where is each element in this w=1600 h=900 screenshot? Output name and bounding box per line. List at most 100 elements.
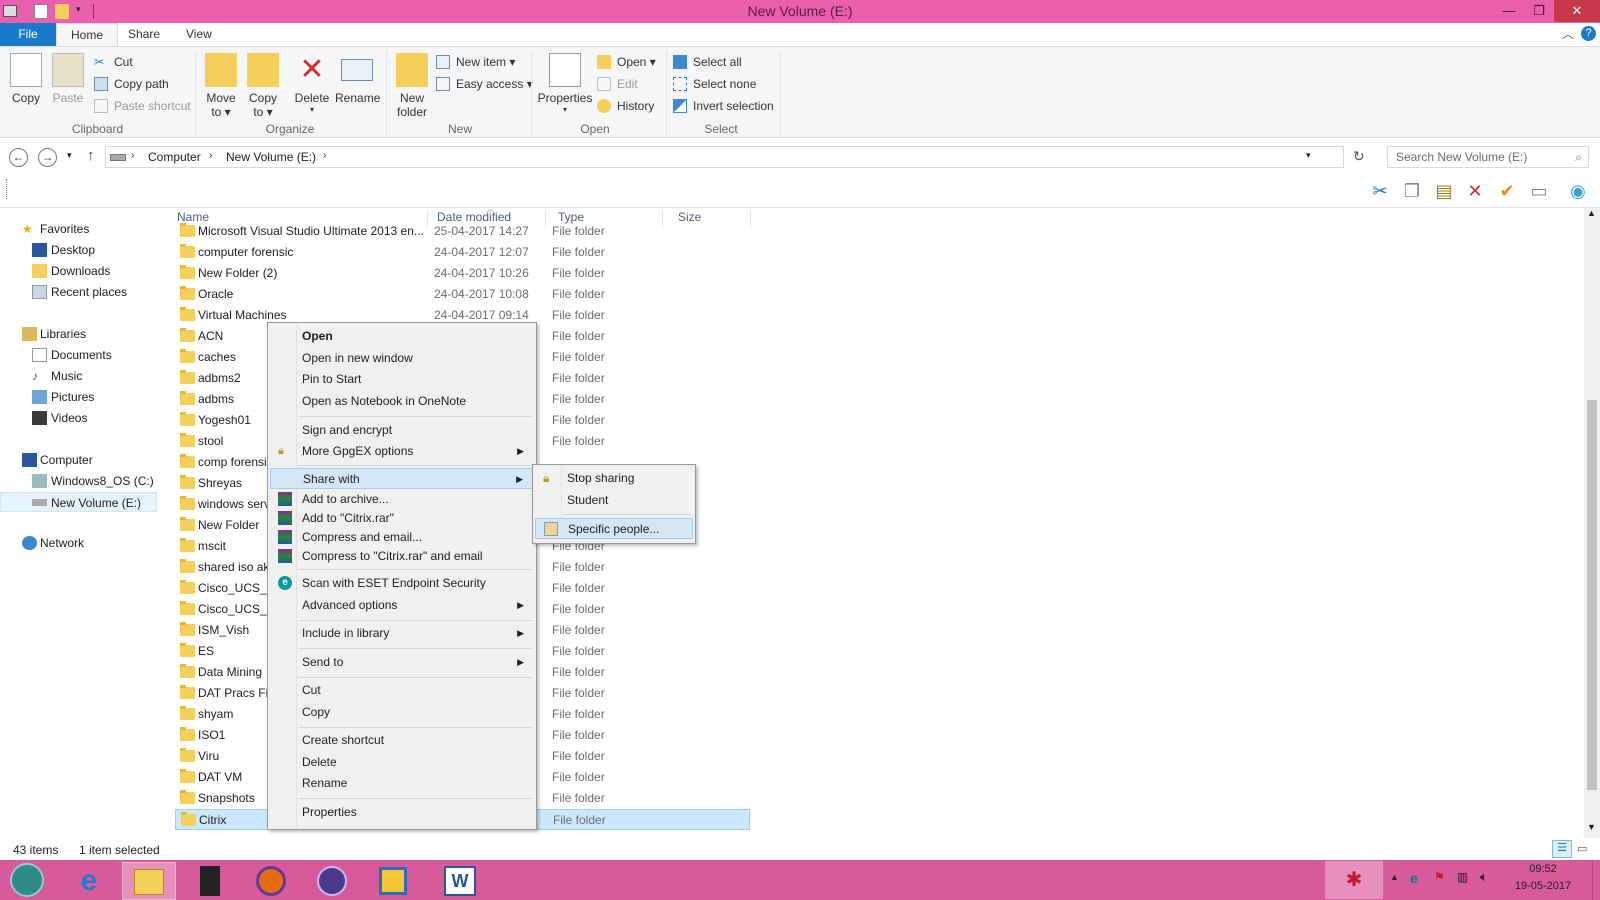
nav-network[interactable]: Network <box>0 533 84 553</box>
open-button[interactable]: Open ▾ <box>597 53 656 71</box>
checkmark-icon[interactable]: ✔ <box>1495 179 1519 203</box>
show-hidden-icons-icon[interactable]: ▲ <box>1390 872 1399 882</box>
select-none-button[interactable]: Select none <box>673 75 756 93</box>
menu-open[interactable]: Open <box>270 326 534 347</box>
copy-path-button[interactable]: Copy path <box>94 75 169 93</box>
menu-open-new-window[interactable]: Open in new window <box>270 348 534 369</box>
breadcrumb-chevron-icon[interactable]: › <box>131 150 134 161</box>
menu-rename[interactable]: Rename <box>270 773 534 794</box>
breadcrumb-chevron-icon[interactable]: › <box>209 150 212 161</box>
properties-icon[interactable]: ▭ <box>1527 179 1551 203</box>
invert-selection-button[interactable]: Invert selection <box>673 97 774 115</box>
nav-c-drive[interactable]: Windows8_OS (C:) <box>0 471 154 491</box>
select-all-button[interactable]: Select all <box>673 53 742 71</box>
copy-to-button[interactable]: Copy to ▾ <box>245 53 281 119</box>
submenu-specific-people[interactable]: Specific people... <box>535 518 693 539</box>
nav-desktop[interactable]: Desktop <box>0 240 95 260</box>
menu-share-with[interactable]: Share with ▶ <box>270 468 534 489</box>
refresh-icon[interactable]: ↻ <box>1353 148 1365 165</box>
scroll-down-icon[interactable]: ▼ <box>1587 822 1596 832</box>
minimize-button[interactable]: — <box>1494 0 1524 22</box>
tray-app-icon[interactable]: ✱ <box>1325 861 1383 899</box>
menu-include-library[interactable]: Include in library ▶ <box>270 623 534 644</box>
restore-button[interactable]: ❐ <box>1524 0 1554 22</box>
menu-pin-to-start[interactable]: Pin to Start <box>270 369 534 390</box>
menu-add-rar[interactable]: Add to "Citrix.rar" <box>270 508 534 529</box>
cut-button[interactable]: ✂ Cut <box>94 53 133 71</box>
properties-button[interactable]: Properties ▾ <box>537 53 593 114</box>
menu-compress-rar-email[interactable]: Compress to "Citrix.rar" and email <box>270 546 534 567</box>
paste-shortcut-button[interactable]: Paste shortcut <box>94 97 191 115</box>
start-orb-icon[interactable] <box>0 862 54 900</box>
globe-icon[interactable]: ◉ <box>1566 179 1590 203</box>
flag-tray-icon[interactable]: ⚑ <box>1434 870 1445 884</box>
show-desktop-button[interactable] <box>1592 860 1600 900</box>
firefox-icon[interactable] <box>244 862 298 900</box>
menu-gpgex[interactable]: 🔒︎ More GpgEX options ▶ <box>270 441 534 462</box>
nav-documents[interactable]: Documents <box>0 345 112 365</box>
copy-button[interactable]: Copy <box>8 53 44 105</box>
paste-icon[interactable]: ▤ <box>1432 179 1456 203</box>
table-row[interactable]: computer forensic 24-04-2017 12:07 File fo… <box>175 242 750 263</box>
menu-properties[interactable]: Properties <box>270 802 534 823</box>
breadcrumb-computer[interactable]: Computer <box>148 150 201 164</box>
nav-downloads[interactable]: Downloads <box>0 261 110 281</box>
copy-icon[interactable]: ❐ <box>1400 179 1424 203</box>
back-button[interactable]: ← <box>9 148 28 167</box>
file-explorer-icon[interactable] <box>122 862 176 900</box>
delete-icon[interactable]: ✕ <box>1463 179 1487 203</box>
menu-compress-email[interactable]: Compress and email... <box>270 527 534 548</box>
clock-time[interactable]: 09:52 <box>1514 863 1572 875</box>
nav-libraries[interactable]: Libraries <box>0 324 86 344</box>
menu-open-onenote[interactable]: Open as Notebook in OneNote <box>270 391 534 412</box>
tab-view[interactable]: View <box>172 23 226 46</box>
volume-tray-icon[interactable]: 🔈︎ <box>1480 869 1488 885</box>
nav-music[interactable]: ♪ Music <box>0 366 82 386</box>
network-tray-icon[interactable]: ▥ <box>1457 870 1468 884</box>
menu-send-to[interactable]: Send to ▶ <box>270 652 534 673</box>
clock-date[interactable]: 19-05-2017 <box>1510 880 1576 892</box>
menu-cut[interactable]: Cut <box>270 680 534 701</box>
close-button[interactable]: ✕ <box>1554 0 1600 22</box>
menu-add-archive[interactable]: Add to archive... <box>270 489 534 510</box>
menu-copy[interactable]: Copy <box>270 702 534 723</box>
new-folder-button[interactable]: New folder <box>393 53 431 119</box>
nav-pictures[interactable]: Pictures <box>0 387 94 407</box>
properties-dropdown-icon[interactable]: ▾ <box>537 105 593 114</box>
menu-eset-scan[interactable]: e Scan with ESET Endpoint Security <box>270 573 534 594</box>
delete-button[interactable]: ✕ Delete ▾ <box>293 53 331 114</box>
recent-locations-icon[interactable]: ▾ <box>67 150 72 161</box>
address-bar[interactable]: › Computer › New Volume (E:) › ▾ <box>105 146 1344 168</box>
rename-button[interactable]: Rename <box>335 53 380 105</box>
search-input[interactable]: Search New Volume (E:) ⌕ <box>1387 146 1589 168</box>
tab-file[interactable]: File <box>0 23 56 46</box>
scroll-up-icon[interactable]: ▲ <box>1587 208 1596 218</box>
tab-home[interactable]: Home <box>56 23 119 46</box>
table-row[interactable]: Microsoft Visual Studio Ultimate 2013 en… <box>175 221 750 242</box>
table-row[interactable]: Oracle 24-04-2017 10:08 File folder <box>175 284 750 305</box>
nav-e-drive[interactable]: New Volume (E:) <box>0 492 157 512</box>
breadcrumb-chevron-icon[interactable]: › <box>323 150 326 161</box>
submenu-stop-sharing[interactable]: 🔒︎ Stop sharing <box>535 468 693 489</box>
easy-access-button[interactable]: Easy access ▾ <box>436 75 533 93</box>
large-icons-view-icon[interactable]: ▭ <box>1577 842 1587 855</box>
cut-icon[interactable]: ✂ <box>1368 179 1392 203</box>
edit-button[interactable]: Edit <box>597 75 638 93</box>
move-to-button[interactable]: Move to ▾ <box>203 53 239 119</box>
word-icon[interactable]: W <box>433 862 487 900</box>
nav-videos[interactable]: Videos <box>0 408 87 428</box>
eclipse-icon[interactable] <box>305 862 359 900</box>
submenu-student[interactable]: Student <box>535 490 693 511</box>
help-icon[interactable]: ? <box>1581 26 1596 41</box>
menu-sign-encrypt[interactable]: Sign and encrypt <box>270 420 534 441</box>
forward-button[interactable]: → <box>38 148 57 167</box>
table-row[interactable]: New Folder (2) 24-04-2017 10:26 File folde… <box>175 263 750 284</box>
collapse-ribbon-icon[interactable]: ︿ <box>1562 25 1574 42</box>
menu-create-shortcut[interactable]: Create shortcut <box>270 730 534 751</box>
menu-advanced-options[interactable]: Advanced options ▶ <box>270 595 534 616</box>
history-button[interactable]: History <box>597 97 654 115</box>
nav-computer[interactable]: Computer <box>0 450 93 470</box>
column-separator[interactable] <box>750 210 751 228</box>
new-item-button[interactable]: New item ▾ <box>436 53 515 71</box>
tab-share[interactable]: Share <box>114 23 174 46</box>
